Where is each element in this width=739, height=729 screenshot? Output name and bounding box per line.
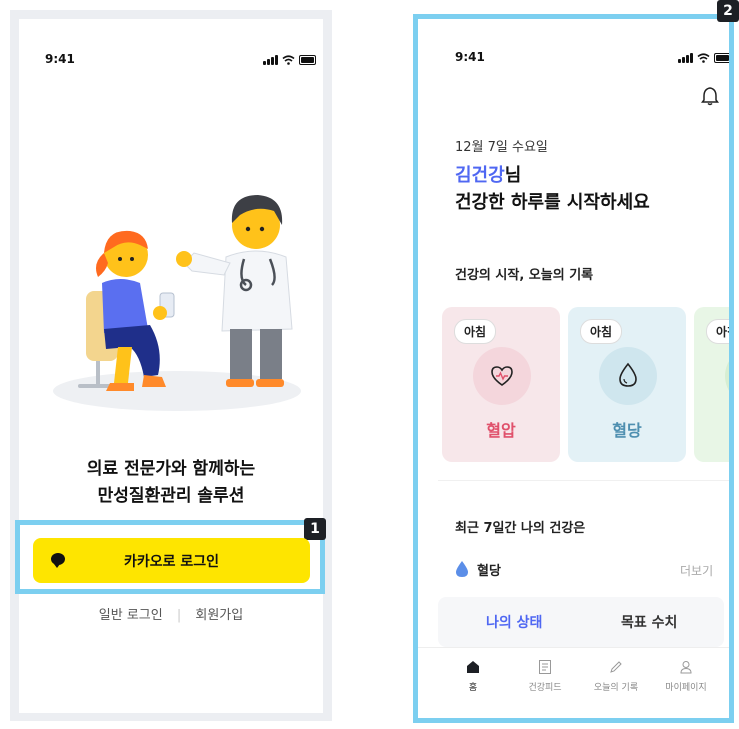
document-icon bbox=[539, 660, 551, 674]
bottom-nav: 홈 건강피드 오늘의 기록 마이페이지 bbox=[418, 647, 729, 718]
greeting-text: 건강한 하루를 시작하세요 bbox=[455, 192, 650, 213]
link-separator: | bbox=[176, 608, 182, 623]
third-record-card[interactable]: 아침 bbox=[694, 307, 729, 462]
signal-icon bbox=[678, 53, 693, 63]
doctor-patient-illustration bbox=[53, 195, 301, 411]
time-pill: 아침 bbox=[454, 319, 497, 344]
tab-my-status[interactable]: 나의 상태 bbox=[486, 612, 542, 632]
today-date: 12월 7일 수요일 bbox=[455, 140, 548, 155]
more-link[interactable]: 더보기 bbox=[680, 562, 713, 579]
blood-drop-icon bbox=[456, 561, 468, 577]
user-icon bbox=[680, 661, 692, 674]
card-label: 혈압 bbox=[486, 421, 516, 440]
card-label: 혈당 bbox=[612, 421, 642, 440]
nav-today-record[interactable]: 오늘의 기록 bbox=[586, 660, 646, 693]
time-pill: 아침 bbox=[580, 319, 623, 344]
kakao-login-button[interactable]: 카카오로 로그인 bbox=[33, 538, 310, 583]
drop-icon bbox=[619, 362, 637, 387]
blood-sugar-card[interactable]: 아침 혈당 bbox=[568, 307, 686, 462]
speech-bubble-icon bbox=[51, 553, 65, 568]
record-icon-circle bbox=[725, 347, 729, 405]
login-links: 일반 로그인 | 회원가입 bbox=[0, 604, 342, 623]
nav-home[interactable]: 홈 bbox=[443, 660, 503, 693]
greeting-block: 김건강님 건강한 하루를 시작하세요 bbox=[455, 162, 650, 216]
signup-link[interactable]: 회원가입 bbox=[195, 608, 243, 623]
blood-pressure-card[interactable]: 아침 혈압 bbox=[442, 307, 560, 462]
section-divider bbox=[438, 480, 729, 481]
pencil-icon bbox=[610, 661, 622, 673]
headline-line2: 만성질환관리 솔루션 bbox=[97, 486, 245, 506]
tab-target-value[interactable]: 목표 수치 bbox=[621, 612, 677, 632]
time-pill: 아침 bbox=[706, 319, 729, 344]
status-icons bbox=[263, 55, 316, 65]
weekly-section-title: 최근 7일간 나의 건강은 bbox=[455, 521, 586, 536]
heart-icon bbox=[491, 366, 513, 386]
home-icon bbox=[467, 661, 479, 673]
nav-home-label: 홈 bbox=[468, 683, 478, 693]
wifi-icon bbox=[696, 53, 710, 63]
status-time: 9:41 bbox=[455, 50, 485, 64]
metric-tabs: 나의 상태 목표 수치 bbox=[438, 597, 724, 647]
status-icons bbox=[678, 53, 729, 63]
nav-mypage-label: 마이페이지 bbox=[665, 683, 707, 693]
general-login-link[interactable]: 일반 로그인 bbox=[99, 608, 163, 623]
battery-icon bbox=[713, 53, 729, 63]
home-screen: 9:41 12월 7일 수요일 김건강님 건강한 하루를 시작하세요 건강의 시… bbox=[413, 14, 734, 723]
nav-feed-label: 건강피드 bbox=[528, 683, 562, 693]
record-section-title: 건강의 시작, 오늘의 기록 bbox=[455, 268, 594, 283]
kakao-login-label: 카카오로 로그인 bbox=[123, 553, 220, 570]
heart-icon-circle bbox=[473, 347, 531, 405]
step-badge-1: 1 bbox=[304, 518, 326, 540]
name-suffix: 님 bbox=[504, 165, 522, 186]
drop-icon-circle bbox=[599, 347, 657, 405]
nav-feed[interactable]: 건강피드 bbox=[515, 660, 575, 693]
battery-icon bbox=[298, 55, 316, 65]
status-time: 9:41 bbox=[45, 52, 75, 66]
nav-mypage[interactable]: 마이페이지 bbox=[656, 660, 716, 693]
headline-line1: 의료 전문가와 함께하는 bbox=[86, 459, 256, 479]
nav-record-label: 오늘의 기록 bbox=[593, 683, 639, 693]
wifi-icon bbox=[281, 55, 295, 65]
metric-label: 혈당 bbox=[477, 564, 501, 579]
step-badge-2: 2 bbox=[717, 0, 739, 22]
user-name: 김건강 bbox=[455, 165, 505, 186]
signal-icon bbox=[263, 55, 278, 65]
bell-icon[interactable] bbox=[701, 86, 719, 106]
